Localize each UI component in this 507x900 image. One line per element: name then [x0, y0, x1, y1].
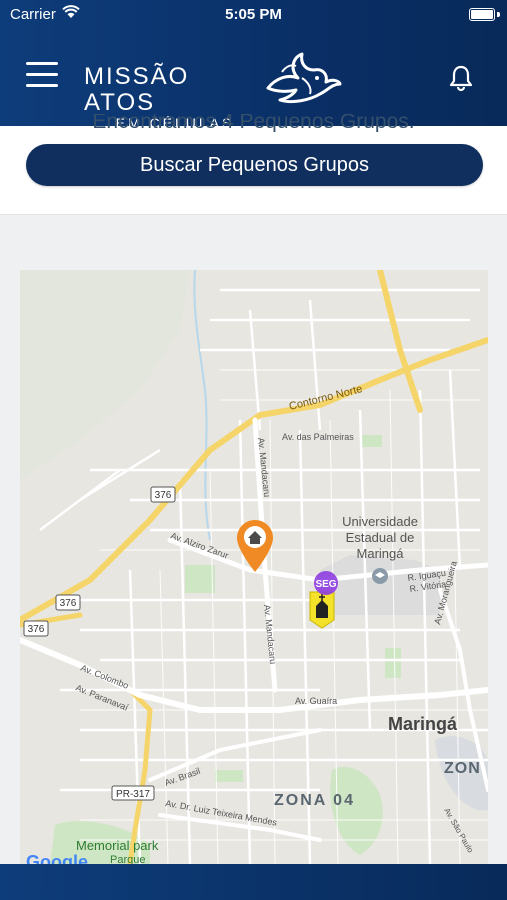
road-shield-pr317: PR-317 — [111, 785, 155, 801]
poi-parque: Parque — [110, 854, 145, 864]
svg-text:PR-317: PR-317 — [116, 789, 150, 800]
poi-university-line1: Universidade — [342, 514, 418, 529]
bottom-bar — [0, 864, 507, 900]
road-shield-376: 376 — [23, 620, 49, 637]
app-header: Carrier 5:05 PM MISSÃO ATOS EM CÉLULAS — [0, 0, 507, 131]
map-view[interactable]: Contorno Norte Av. das Palmeiras Av. Man… — [20, 270, 488, 864]
battery-tip — [497, 12, 500, 17]
hamburger-menu-icon[interactable] — [26, 62, 58, 88]
results-count-text: Encontramos 4 Pequenos Grupos. — [92, 114, 415, 132]
google-logo: Google — [26, 852, 88, 864]
dove-logo-icon — [266, 52, 342, 104]
road-shield-376: 376 — [150, 486, 176, 503]
svg-text:376: 376 — [60, 598, 77, 609]
logo-title: MISSÃO ATOS — [84, 63, 190, 116]
svg-text:376: 376 — [155, 490, 172, 501]
battery-icon — [469, 8, 495, 21]
education-poi-icon — [372, 568, 388, 584]
road-shield-376: 376 — [55, 594, 81, 611]
results-card: Encontramos 4 Pequenos Grupos. Buscar Pe… — [0, 114, 507, 215]
status-bar: Carrier 5:05 PM — [0, 0, 507, 28]
status-time: 5:05 PM — [225, 6, 282, 23]
road-label-av-palmeiras: Av. das Palmeiras — [282, 432, 354, 442]
city-label-maringa: Maringá — [388, 714, 458, 734]
svg-text:376: 376 — [28, 624, 45, 635]
bell-icon[interactable] — [449, 64, 473, 92]
park-area — [185, 565, 215, 593]
park-area — [360, 435, 382, 447]
poi-university-line2: Estadual de — [346, 530, 415, 545]
park-area — [215, 770, 243, 782]
park-area — [385, 648, 401, 678]
poi-memorial-park: Memorial park — [76, 838, 159, 853]
church-marker-day: SEG — [315, 579, 336, 590]
road-label-av-guaira: Av. Guaíra — [295, 696, 337, 706]
district-label-zona-04: ZONA 04 — [274, 792, 355, 809]
poi-university-line3: Maringá — [357, 546, 405, 561]
search-groups-button[interactable]: Buscar Pequenos Grupos — [26, 144, 483, 186]
district-label-zona-right: ZON — [444, 760, 481, 777]
